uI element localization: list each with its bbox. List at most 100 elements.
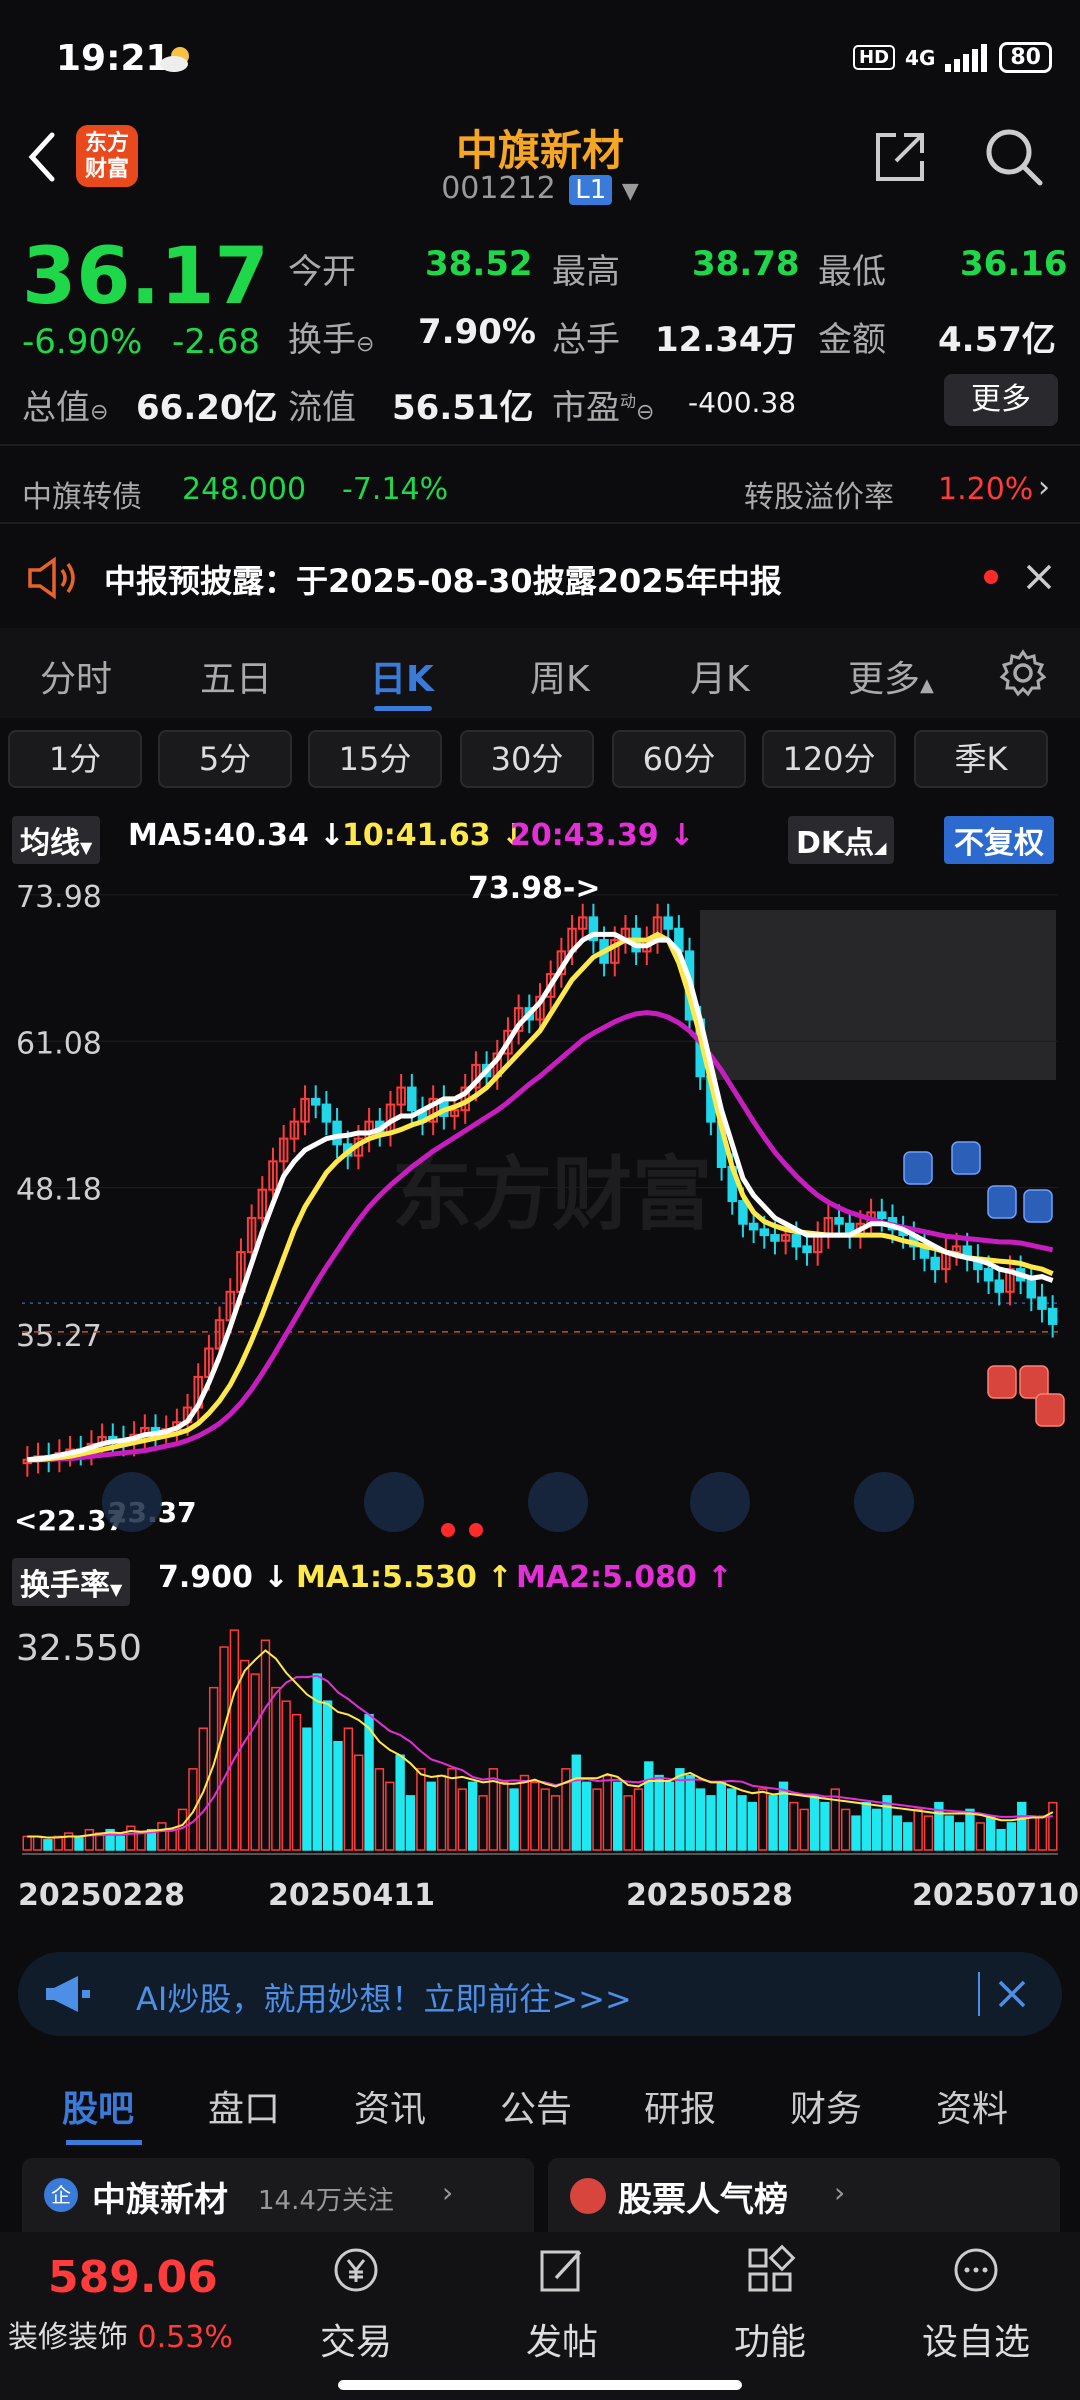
- close-icon[interactable]: [1024, 562, 1054, 592]
- period-120m[interactable]: 120分: [762, 730, 896, 788]
- tab-monthly-k[interactable]: 月K: [690, 650, 750, 702]
- tab-announcements[interactable]: 公告: [500, 2080, 572, 2132]
- period-15m[interactable]: 15分: [308, 730, 442, 788]
- amount-label: 金额: [818, 320, 886, 360]
- chart-control-button[interactable]: [854, 1472, 914, 1532]
- turnover-bar: [726, 1788, 737, 1851]
- content-tabs: 股吧 盘口 资讯 公告 研报 财务 资料: [0, 2060, 1080, 2150]
- ai-banner[interactable]: AI炒股，就用妙想！立即前往>>>: [18, 1952, 1062, 2036]
- turnover-bar: [820, 1801, 830, 1851]
- turnover-bar: [685, 1774, 695, 1851]
- resistance-zone: [700, 910, 1056, 1080]
- forum-followers: 14.4万关注: [258, 2186, 394, 2216]
- index-name: 装修装饰: [8, 2320, 128, 2355]
- candle-body: [738, 1200, 748, 1225]
- nav-functions[interactable]: 功能: [700, 2244, 840, 2365]
- buy-signal-badge: [1035, 1393, 1065, 1427]
- turnover-ma2-line: [27, 1674, 1053, 1839]
- period-30m[interactable]: 30分: [460, 730, 594, 788]
- tab-weekly-k[interactable]: 周K: [530, 650, 590, 702]
- share-icon[interactable]: [870, 127, 930, 187]
- mktcap-value: 66.20亿: [136, 388, 278, 428]
- watermark-text: 东方财富: [392, 1148, 712, 1241]
- chart-control-button[interactable]: [690, 1472, 750, 1532]
- turnover-bar: [74, 1835, 84, 1851]
- turnover-bar: [758, 1788, 768, 1851]
- turnover-bar: [43, 1839, 53, 1851]
- chart-control-button[interactable]: [102, 1472, 162, 1532]
- turnover-bar: [385, 1781, 395, 1851]
- period-quarter-k[interactable]: 季K: [914, 730, 1048, 788]
- notice-bar[interactable]: 中报预披露：于2025-08-30披露2025年中报: [0, 532, 1080, 622]
- period-60m[interactable]: 60分: [612, 730, 746, 788]
- turnover-bar: [613, 1781, 623, 1851]
- quote-panel: 36.17 -6.90% -2.68 今开 38.52 最高 38.78 最低 …: [0, 222, 1080, 432]
- turnover-bar: [53, 1835, 63, 1851]
- turnover-bar: [851, 1815, 861, 1851]
- turnover-bar: [467, 1781, 478, 1851]
- turnover-bar: [623, 1795, 633, 1851]
- nav-add-watchlist[interactable]: 设自选: [906, 2244, 1046, 2365]
- y-tick-label: 35.27: [16, 1319, 102, 1354]
- turnover-bar: [830, 1788, 840, 1851]
- search-icon[interactable]: [982, 125, 1046, 189]
- turnover-bar: [499, 1781, 509, 1851]
- period-1m[interactable]: 1分: [8, 730, 142, 788]
- adjust-button[interactable]: 不复权: [944, 816, 1054, 864]
- volume-label: 总手: [552, 320, 620, 360]
- turnover-bar: [426, 1781, 436, 1851]
- tab-guba[interactable]: 股吧: [62, 2080, 134, 2132]
- turnover-bar: [1048, 1801, 1058, 1851]
- date-label: 20250411: [268, 1878, 435, 1913]
- close-icon[interactable]: [996, 1978, 1028, 2010]
- tab-more[interactable]: 更多▲: [848, 650, 934, 702]
- mktcap-label: 总值⊖: [22, 388, 109, 428]
- turnover-ma1: MA1:5.530 ↑: [296, 1560, 513, 1595]
- candlestick-chart[interactable]: 73.9861.0848.1835.27东方财富73.98-><22.3723.…: [12, 862, 1068, 1550]
- pe-value: -400.38: [688, 386, 797, 419]
- period-selector: 1分 5分 15分 30分 60分 120分 季K: [0, 728, 1080, 798]
- more-button[interactable]: 更多: [944, 374, 1058, 426]
- turnover-bar: [260, 1639, 271, 1851]
- chart-control-button[interactable]: [364, 1472, 424, 1532]
- gear-icon[interactable]: [998, 648, 1048, 698]
- index-price[interactable]: 589.06: [48, 2252, 218, 2303]
- tab-news[interactable]: 资讯: [354, 2080, 426, 2132]
- dk-button[interactable]: DK点◢: [788, 816, 895, 864]
- tab-finance[interactable]: 财务: [790, 2080, 862, 2132]
- turnover-bar: [975, 1822, 985, 1851]
- date-label: 20250710: [912, 1878, 1079, 1913]
- tab-five-day[interactable]: 五日: [200, 650, 272, 702]
- period-5m[interactable]: 5分: [158, 730, 292, 788]
- turnover-chart[interactable]: 32.550: [12, 1600, 1068, 1858]
- turnover-bar: [737, 1795, 747, 1851]
- tab-daily-k[interactable]: 日K: [370, 650, 434, 702]
- sell-signal-badge: [951, 1141, 981, 1175]
- tab-profile[interactable]: 资料: [936, 2080, 1008, 2132]
- turnover-bar: [302, 1727, 312, 1851]
- turnover-bar: [1006, 1822, 1017, 1851]
- premium-label: 转股溢价率: [744, 480, 894, 515]
- ma-selector[interactable]: 均线▼: [12, 816, 101, 864]
- tab-research[interactable]: 研报: [644, 2080, 716, 2132]
- nav-trade[interactable]: 交易: [286, 2244, 426, 2365]
- convertible-bond-row[interactable]: 中旗转债 248.000 -7.14% 转股溢价率 1.20% ›: [0, 462, 1080, 515]
- candle-body: [407, 1086, 417, 1112]
- index-row[interactable]: 装修装饰 0.53%: [8, 2312, 233, 2356]
- tab-intraday[interactable]: 分时: [40, 650, 112, 702]
- turnover-bar: [1037, 1815, 1048, 1851]
- status-time: 19:21: [56, 38, 171, 79]
- candle-body: [770, 1234, 780, 1242]
- turnover-bar: [457, 1788, 467, 1851]
- network-label: 4G: [905, 45, 936, 70]
- sell-signal-badge: [1023, 1189, 1053, 1223]
- turnover-bar: [374, 1768, 385, 1851]
- turnover-bar: [695, 1788, 706, 1851]
- chart-control-button[interactable]: [528, 1472, 588, 1532]
- nav-post[interactable]: 发帖: [492, 2244, 632, 2365]
- indicator-selector[interactable]: 换手率▼: [12, 1558, 131, 1606]
- tab-pankou[interactable]: 盘口: [208, 2080, 280, 2132]
- candle-body: [983, 1268, 994, 1282]
- unread-dot: [984, 570, 998, 584]
- pe-label: 市盈动⊖: [552, 388, 655, 428]
